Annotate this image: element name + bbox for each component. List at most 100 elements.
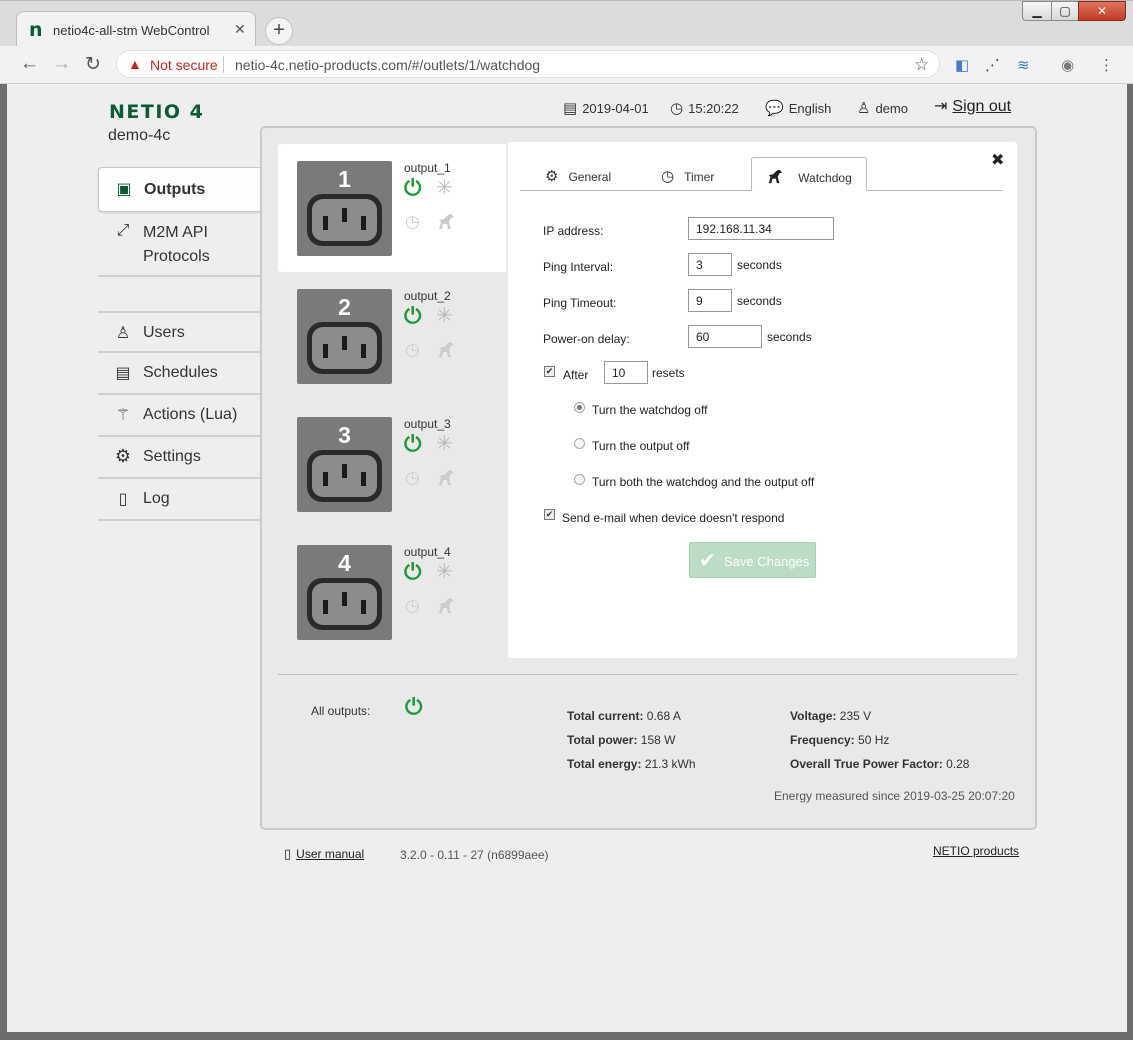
watchdog-icon[interactable] (436, 340, 456, 363)
extension-wave-icon[interactable]: ≋ (1017, 56, 1030, 74)
clock-icon: ◷ (670, 100, 684, 117)
sign-out-link[interactable]: ⇥ Sign out (934, 96, 1011, 116)
timer-clock-icon[interactable]: ◷ (405, 340, 420, 360)
speech-bubble-icon: 💬 (765, 100, 784, 117)
close-icon[interactable]: ✖ (991, 150, 1004, 170)
iec-socket-icon (307, 322, 382, 374)
bookmark-star-icon[interactable]: ☆ (914, 55, 929, 75)
radio-label-output-off: Turn the output off (592, 439, 690, 453)
save-changes-button[interactable]: ✔ Save Changes (689, 542, 816, 578)
true-power-factor: Overall True Power Factor: 0.28 (790, 757, 970, 771)
all-outputs-power-icon[interactable]: ⏻ (405, 694, 422, 720)
total-current: Total current: 0.68 A (567, 709, 681, 723)
tab-watchdog[interactable]: Watchdog (751, 157, 867, 191)
tab-general[interactable]: ⚙ General (531, 157, 625, 191)
power-on-icon[interactable]: ⏻ (404, 173, 421, 203)
sidebar-item-outputs[interactable]: ▣ Outputs (98, 167, 261, 212)
user-menu[interactable]: ♙ demo (857, 99, 908, 117)
window-maximize-button[interactable]: ▢ (1051, 1, 1079, 21)
sidebar-item-schedules[interactable]: ▤ Schedules (98, 353, 261, 395)
timer-clock-icon[interactable]: ◷ (405, 212, 420, 232)
sign-out-icon: ⇥ (934, 98, 948, 115)
spinner-icon: ✳ (436, 561, 453, 583)
sidebar-item-actions-lua[interactable]: ⚚ Actions (Lua) (98, 395, 261, 437)
dog-icon (766, 169, 788, 186)
address-bar[interactable]: ▲ Not secure netio-4c.netio-products.com… (116, 50, 940, 78)
timer-clock-icon[interactable]: ◷ (405, 468, 420, 488)
radio-turn-output-off[interactable] (574, 438, 585, 449)
socket-image[interactable]: 1 (297, 161, 392, 256)
header-time: ◷ 15:20:22 (670, 100, 739, 117)
extension-translate-icon[interactable]: ◧ (955, 56, 969, 74)
radio-turn-both-off[interactable] (574, 474, 585, 485)
tab-title: netio4c-all-stm WebControl (53, 23, 210, 38)
send-email-checkbox[interactable]: ✔ (544, 509, 555, 520)
tab-timer[interactable]: ◷ Timer (647, 157, 728, 191)
radio-turn-watchdog-off[interactable] (574, 402, 585, 413)
back-arrow-icon[interactable]: ← (20, 53, 39, 75)
ping-timeout-input[interactable]: 9 (688, 289, 732, 312)
output-card-4[interactable]: 4 output_4 ⏻ ✳ ◷ (278, 528, 506, 656)
sidebar-item-users[interactable]: ♙ Users (98, 311, 261, 353)
header-date: ▤ 2019-04-01 (563, 100, 649, 117)
reload-icon[interactable]: ↻ (85, 53, 101, 76)
new-tab-button[interactable]: + (265, 17, 293, 45)
panel-divider (278, 674, 1017, 675)
socket-image[interactable]: 4 (297, 545, 392, 640)
extension-profile-icon[interactable]: ◉ (1061, 56, 1074, 74)
tab-close-icon[interactable]: ✕ (234, 21, 246, 38)
language-selector[interactable]: 💬 English (765, 99, 831, 117)
netio-products-link[interactable]: NETIO products (933, 844, 1019, 858)
iec-socket-icon (307, 194, 382, 246)
window-minimize-button[interactable]: ▁ (1022, 1, 1052, 21)
power-on-icon[interactable]: ⏻ (404, 557, 421, 587)
extension-network-icon[interactable]: ⋰ (985, 56, 1000, 74)
output-card-1[interactable]: 1 output_1 ⏻ ✳ ◷ (278, 144, 506, 272)
document-icon: ▯ (284, 846, 292, 861)
ip-address-input[interactable]: 192.168.11.34 (688, 217, 834, 240)
sidebar-item-log[interactable]: ▯ Log (98, 479, 261, 521)
sidebar-item-settings[interactable]: ⚙ Settings (98, 437, 261, 479)
resets-count-input[interactable]: 10 (604, 361, 648, 384)
page: NETIO 4 demo-4c ▤ 2019-04-01 ◷ 15:20:22 💬 E… (7, 84, 1127, 1032)
browser-tab[interactable]: n netio4c-all-stm WebControl ✕ (16, 11, 256, 47)
browser-toolbar: ← → ↻ ▲ Not secure netio-4c.netio-produc… (0, 46, 1133, 84)
url-text[interactable]: netio-4c.netio-products.com/#/outlets/1/… (235, 57, 540, 73)
calendar-icon: ▤ (115, 365, 131, 382)
output-card-3[interactable]: 3 output_3 ⏻ ✳ ◷ (278, 400, 506, 528)
timer-clock-icon[interactable]: ◷ (405, 596, 420, 616)
resets-label: resets (652, 366, 685, 380)
socket-image[interactable]: 3 (297, 417, 392, 512)
browser-titlebar: n netio4c-all-stm WebControl ✕ + ▁ ▢ ✕ (0, 0, 1133, 47)
user-icon: ♙ (857, 100, 871, 117)
watchdog-icon[interactable] (436, 596, 456, 619)
power-on-icon[interactable]: ⏻ (404, 429, 421, 459)
netio-favicon-icon: n (29, 19, 43, 41)
calendar-icon: ▤ (563, 100, 578, 117)
iec-socket-icon (307, 578, 382, 630)
not-secure-label[interactable]: Not secure (150, 57, 218, 73)
output-card-2[interactable]: 2 output_2 ⏻ ✳ ◷ (278, 272, 506, 400)
watchdog-detail-panel: ✖ ⚙ General ◷ Timer Watchdog IP address: 1… (508, 142, 1017, 658)
spinner-icon: ✳ (436, 305, 453, 327)
window-close-button[interactable]: ✕ (1078, 1, 1126, 21)
user-manual-link[interactable]: ▯ User manual (284, 846, 364, 862)
power-on-delay-input[interactable]: 60 (688, 325, 762, 348)
browser-menu-icon[interactable]: ⋮ (1099, 56, 1114, 74)
outputs-panel: 1 output_1 ⏻ ✳ ◷ 2 output_2 ⏻ ✳ ◷ 3 outp… (260, 126, 1037, 830)
power-on-delay-label: Power-on delay: (543, 332, 630, 346)
device-name: demo-4c (108, 127, 171, 144)
ping-interval-input[interactable]: 3 (688, 253, 732, 276)
watchdog-icon[interactable] (436, 468, 456, 491)
forward-arrow-icon[interactable]: → (52, 53, 71, 75)
watchdog-icon[interactable] (436, 212, 456, 235)
warning-icon[interactable]: ▲ (128, 56, 142, 72)
power-on-delay-unit: seconds (767, 330, 812, 344)
ping-interval-label: Ping Interval: (543, 260, 614, 274)
sidebar-item-m2m-api[interactable]: ⤢ M2M API Protocols (98, 212, 261, 277)
document-icon: ▯ (118, 491, 128, 508)
after-resets-checkbox[interactable]: ✔ (544, 366, 555, 377)
socket-image[interactable]: 2 (297, 289, 392, 384)
power-on-icon[interactable]: ⏻ (404, 301, 421, 331)
after-label: After (563, 368, 589, 382)
